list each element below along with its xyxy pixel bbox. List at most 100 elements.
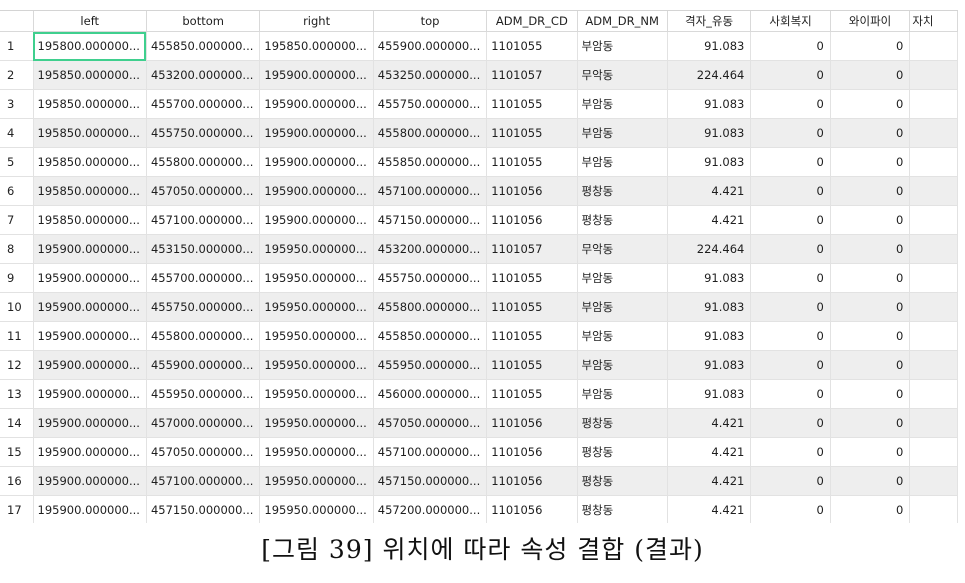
row-number[interactable]: 14 xyxy=(0,408,34,438)
cell-grid-flow[interactable]: 91.083 xyxy=(667,350,752,380)
cell-right[interactable]: 195950.000000... xyxy=(259,321,374,351)
cell-right[interactable]: 195950.000000... xyxy=(259,408,374,438)
cell-bottom[interactable]: 455700.000000... xyxy=(146,89,261,119)
cell-left[interactable]: 195900.000000... xyxy=(33,437,147,467)
column-header-grid-flow[interactable]: 격자_유동 xyxy=(667,11,752,32)
cell-wifi[interactable]: 0 xyxy=(830,466,911,496)
column-header-bottom[interactable]: bottom xyxy=(146,11,261,32)
cell-top[interactable]: 457050.000000... xyxy=(373,408,488,438)
cell-grid-flow[interactable]: 224.464 xyxy=(667,234,752,264)
cell-adm-dr-nm[interactable]: 무악동 xyxy=(577,234,668,264)
cell-adm-dr-nm[interactable]: 부암동 xyxy=(577,118,668,148)
cell-grid-flow[interactable]: 91.083 xyxy=(667,263,752,293)
cell-bottom[interactable]: 455800.000000... xyxy=(146,321,261,351)
cell-top[interactable]: 456000.000000... xyxy=(373,379,488,409)
cell-right[interactable]: 195900.000000... xyxy=(259,89,374,119)
cell-adm-dr-cd[interactable]: 1101055 xyxy=(486,89,578,119)
cell-adm-dr-nm[interactable]: 평창동 xyxy=(577,205,668,235)
cell-bottom[interactable]: 455950.000000... xyxy=(146,379,261,409)
cell-top[interactable]: 455850.000000... xyxy=(373,147,488,177)
cell-grid-flow[interactable]: 91.083 xyxy=(667,292,752,322)
cell-grid-flow[interactable]: 4.421 xyxy=(667,466,752,496)
cell-adm-dr-nm[interactable]: 부암동 xyxy=(577,89,668,119)
cell-autonomy[interactable] xyxy=(909,292,958,322)
cell-autonomy[interactable] xyxy=(909,205,958,235)
cell-wifi[interactable]: 0 xyxy=(830,495,911,523)
cell-wifi[interactable]: 0 xyxy=(830,31,911,61)
cell-grid-flow[interactable]: 4.421 xyxy=(667,437,752,467)
cell-adm-dr-nm[interactable]: 평창동 xyxy=(577,495,668,523)
cell-bottom[interactable]: 457050.000000... xyxy=(146,437,261,467)
cell-left[interactable]: 195900.000000... xyxy=(33,263,147,293)
cell-top[interactable]: 455950.000000... xyxy=(373,350,488,380)
row-number[interactable]: 9 xyxy=(0,263,34,293)
cell-left[interactable]: 195900.000000... xyxy=(33,350,147,380)
cell-adm-dr-cd[interactable]: 1101055 xyxy=(486,31,578,61)
table-row[interactable]: 14 195900.000000... 457000.000000... 195950… xyxy=(0,408,958,438)
cell-grid-flow[interactable]: 91.083 xyxy=(667,89,752,119)
cell-grid-flow[interactable]: 91.083 xyxy=(667,118,752,148)
cell-top[interactable]: 453250.000000... xyxy=(373,60,488,90)
cell-right[interactable]: 195950.000000... xyxy=(259,350,374,380)
table-row[interactable]: 1 195800.000000... 455850.000000... 195850.… xyxy=(0,31,958,61)
corner-header[interactable] xyxy=(0,11,34,32)
row-number[interactable]: 2 xyxy=(0,60,34,90)
cell-social-welfare[interactable]: 0 xyxy=(750,437,831,467)
cell-grid-flow[interactable]: 91.083 xyxy=(667,31,752,61)
cell-wifi[interactable]: 0 xyxy=(830,176,911,206)
cell-top[interactable]: 457200.000000... xyxy=(373,495,488,523)
cell-grid-flow[interactable]: 91.083 xyxy=(667,321,752,351)
cell-bottom[interactable]: 457100.000000... xyxy=(146,205,261,235)
cell-wifi[interactable]: 0 xyxy=(830,292,911,322)
cell-adm-dr-cd[interactable]: 1101055 xyxy=(486,147,578,177)
cell-social-welfare[interactable]: 0 xyxy=(750,379,831,409)
cell-adm-dr-nm[interactable]: 부암동 xyxy=(577,350,668,380)
cell-grid-flow[interactable]: 224.464 xyxy=(667,60,752,90)
cell-adm-dr-nm[interactable]: 평창동 xyxy=(577,408,668,438)
cell-right[interactable]: 195950.000000... xyxy=(259,495,374,523)
cell-autonomy[interactable] xyxy=(909,466,958,496)
cell-wifi[interactable]: 0 xyxy=(830,89,911,119)
cell-social-welfare[interactable]: 0 xyxy=(750,205,831,235)
cell-adm-dr-cd[interactable]: 1101055 xyxy=(486,263,578,293)
cell-social-welfare[interactable]: 0 xyxy=(750,292,831,322)
cell-social-welfare[interactable]: 0 xyxy=(750,350,831,380)
cell-bottom[interactable]: 455750.000000... xyxy=(146,292,261,322)
row-number[interactable]: 11 xyxy=(0,321,34,351)
cell-left[interactable]: 195900.000000... xyxy=(33,379,147,409)
cell-adm-dr-cd[interactable]: 1101055 xyxy=(486,292,578,322)
cell-social-welfare[interactable]: 0 xyxy=(750,176,831,206)
row-number[interactable]: 4 xyxy=(0,118,34,148)
cell-social-welfare[interactable]: 0 xyxy=(750,408,831,438)
cell-adm-dr-cd[interactable]: 1101055 xyxy=(486,350,578,380)
cell-social-welfare[interactable]: 0 xyxy=(750,321,831,351)
cell-left[interactable]: 195850.000000... xyxy=(33,205,147,235)
table-row[interactable]: 7 195850.000000... 457100.000000... 195900.… xyxy=(0,205,958,235)
cell-right[interactable]: 195950.000000... xyxy=(259,466,374,496)
cell-right[interactable]: 195900.000000... xyxy=(259,176,374,206)
cell-autonomy[interactable] xyxy=(909,350,958,380)
cell-left[interactable]: 195850.000000... xyxy=(33,147,147,177)
cell-adm-dr-nm[interactable]: 부암동 xyxy=(577,263,668,293)
cell-autonomy[interactable] xyxy=(909,60,958,90)
cell-right[interactable]: 195950.000000... xyxy=(259,292,374,322)
row-number[interactable]: 5 xyxy=(0,147,34,177)
cell-adm-dr-cd[interactable]: 1101057 xyxy=(486,60,578,90)
cell-right[interactable]: 195950.000000... xyxy=(259,263,374,293)
table-row[interactable]: 13 195900.000000... 455950.000000... 195950… xyxy=(0,379,958,409)
column-header-social-welfare[interactable]: 사회복지 xyxy=(750,11,831,32)
table-row[interactable]: 16 195900.000000... 457100.000000... 195950… xyxy=(0,466,958,496)
cell-right[interactable]: 195900.000000... xyxy=(259,60,374,90)
cell-wifi[interactable]: 0 xyxy=(830,60,911,90)
cell-wifi[interactable]: 0 xyxy=(830,408,911,438)
cell-bottom[interactable]: 453200.000000... xyxy=(146,60,261,90)
cell-autonomy[interactable] xyxy=(909,147,958,177)
cell-bottom[interactable]: 457000.000000... xyxy=(146,408,261,438)
cell-adm-dr-cd[interactable]: 1101055 xyxy=(486,321,578,351)
table-row[interactable]: 15 195900.000000... 457050.000000... 195950… xyxy=(0,437,958,467)
cell-adm-dr-nm[interactable]: 부암동 xyxy=(577,292,668,322)
cell-bottom[interactable]: 455750.000000... xyxy=(146,118,261,148)
table-row[interactable]: 8 195900.000000... 453150.000000... 195950.… xyxy=(0,234,958,264)
row-number[interactable]: 8 xyxy=(0,234,34,264)
cell-bottom[interactable]: 457100.000000... xyxy=(146,466,261,496)
